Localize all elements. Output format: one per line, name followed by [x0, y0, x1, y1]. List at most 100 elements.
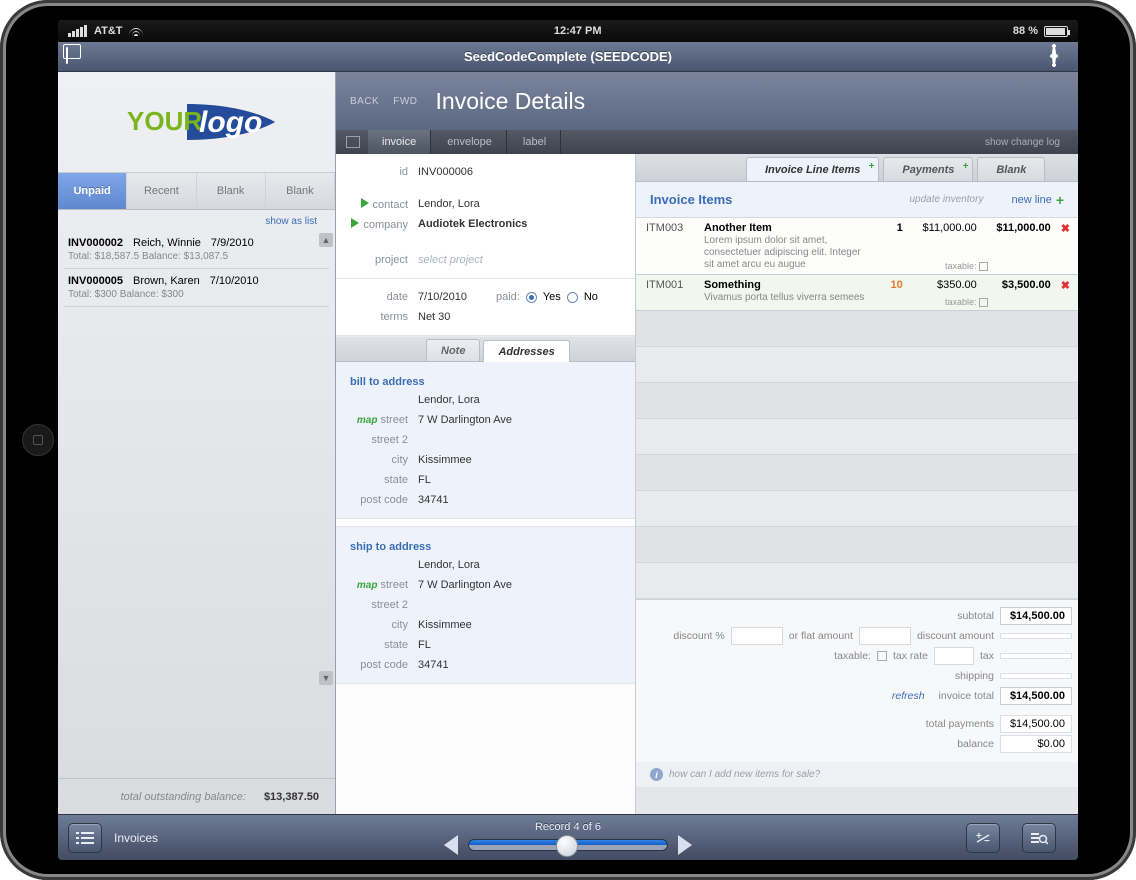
empty-line-slot[interactable] [636, 563, 1078, 599]
goto-contact-icon[interactable] [361, 198, 369, 208]
add-remove-button[interactable]: +− [966, 823, 1000, 853]
taxable-checkbox[interactable] [877, 651, 887, 661]
bill-state[interactable]: FL [416, 474, 635, 486]
hint-row[interactable]: i how can I add new items for sale? [636, 762, 1078, 787]
record-slider[interactable] [468, 839, 668, 851]
empty-line-slot[interactable] [636, 311, 1078, 347]
ship-name[interactable]: Lendor, Lora [416, 559, 635, 571]
paid-yes-radio[interactable] [526, 292, 537, 303]
line-item-row[interactable]: ITM001 SomethingVivamus porta tellus viv… [636, 275, 1078, 311]
scroll-indicator-top[interactable]: ▲ [319, 233, 333, 247]
ship-map-link[interactable]: map [357, 580, 378, 591]
tab-blank[interactable]: Blank [977, 157, 1045, 181]
sidebar-tab-recent[interactable]: Recent [127, 173, 196, 209]
label-ship-city: city [336, 619, 416, 631]
subtotal-label: subtotal [957, 610, 994, 622]
wifi-icon [129, 26, 143, 36]
discount-pct-input[interactable] [731, 627, 783, 645]
taxable-checkbox[interactable] [979, 262, 988, 271]
shipping-value[interactable] [1000, 673, 1072, 679]
empty-line-slot[interactable] [636, 347, 1078, 383]
taxable-checkbox[interactable] [979, 298, 988, 307]
prev-record-button[interactable] [444, 835, 458, 855]
show-change-log[interactable]: show change log [985, 137, 1068, 148]
list-view-button[interactable] [68, 823, 102, 853]
tab-line-items[interactable]: Invoice Line Items+ [746, 157, 879, 181]
bill-name[interactable]: Lendor, Lora [416, 394, 635, 406]
battery-icon [1044, 26, 1068, 37]
field-contact[interactable]: Lendor, Lora [416, 198, 635, 210]
update-inventory-link[interactable]: update inventory [910, 194, 984, 205]
bill-post[interactable]: 34741 [416, 494, 635, 506]
tab-payments[interactable]: Payments+ [883, 157, 973, 181]
empty-line-slot[interactable] [636, 455, 1078, 491]
plus-icon: + [963, 161, 969, 172]
paid-yes-label: Yes [543, 291, 561, 303]
sidebar-tab-blank-2[interactable]: Blank [266, 173, 335, 209]
flat-amount-input[interactable] [859, 627, 911, 645]
label-id: id [336, 166, 416, 178]
fwd-button[interactable]: FWD [393, 96, 417, 107]
subtab-label[interactable]: label [509, 130, 561, 154]
paid-no-radio[interactable] [567, 292, 578, 303]
tab-addresses[interactable]: Addresses [483, 340, 569, 362]
sidebar-tab-blank-1[interactable]: Blank [197, 173, 266, 209]
logo-text-1: YOUR [127, 106, 202, 136]
ship-street[interactable]: 7 W Darlington Ave [416, 579, 635, 591]
empty-line-slot[interactable] [636, 527, 1078, 563]
field-terms[interactable]: Net 30 [416, 311, 635, 323]
invoice-date: 7/9/2010 [211, 237, 254, 249]
field-project[interactable]: select project [416, 254, 635, 266]
app-footer: Invoices Record 4 of 6 +− [58, 814, 1078, 860]
invoice-row[interactable]: INV000002Reich, Winnie7/9/2010 Total: $1… [64, 231, 329, 269]
app-title: SeedCodeComplete (SEEDCODE) [464, 49, 672, 64]
form-column: idINV000006 contactLendor, Lora companyA… [336, 154, 636, 814]
discount-amount-value [1000, 633, 1072, 639]
goto-company-icon[interactable] [351, 218, 359, 228]
empty-line-slot[interactable] [636, 383, 1078, 419]
empty-line-slot[interactable] [636, 491, 1078, 527]
field-company[interactable]: Audiotek Electronics [416, 218, 635, 230]
invoice-row[interactable]: INV000005Brown, Karen7/10/2010 Total: $3… [64, 269, 329, 307]
bill-street[interactable]: 7 W Darlington Ave [416, 414, 635, 426]
item-qty[interactable]: 1 [877, 222, 903, 234]
clock: 12:47 PM [554, 25, 602, 37]
sidebar-tab-unpaid[interactable]: Unpaid [58, 173, 127, 209]
find-button[interactable] [1022, 823, 1056, 853]
item-qty[interactable]: 10 [877, 279, 903, 291]
bill-map-link[interactable]: map [357, 415, 378, 426]
tab-note[interactable]: Note [426, 339, 480, 361]
sidebar-tabs: Unpaid Recent Blank Blank [58, 172, 335, 210]
ship-post[interactable]: 34741 [416, 659, 635, 671]
print-icon[interactable] [346, 136, 360, 148]
line-item-row[interactable]: ITM003 Another ItemLorem ipsum dolor sit… [636, 218, 1078, 275]
item-price[interactable]: $11,000.00 [911, 222, 977, 234]
ipad-home-button[interactable] [22, 424, 54, 456]
gear-icon[interactable] [1052, 48, 1070, 66]
bill-city[interactable]: Kissimmee [416, 454, 635, 466]
sub-header: invoice envelope label show change log [336, 130, 1078, 154]
invoice-list: INV000002Reich, Winnie7/9/2010 Total: $1… [58, 231, 335, 778]
next-record-button[interactable] [678, 835, 692, 855]
refresh-link[interactable]: refresh [892, 690, 925, 702]
windows-icon[interactable] [66, 48, 84, 66]
plus-icon[interactable]: + [1056, 192, 1064, 208]
scroll-indicator-bottom[interactable]: ▼ [319, 671, 333, 685]
ship-city[interactable]: Kissimmee [416, 619, 635, 631]
show-as-list-link[interactable]: show as list [58, 210, 335, 231]
field-date[interactable]: 7/10/2010 [416, 291, 496, 303]
subtab-envelope[interactable]: envelope [433, 130, 507, 154]
logo-text-2: logo [199, 106, 262, 139]
item-price[interactable]: $350.00 [911, 279, 977, 291]
new-line-link[interactable]: new line [1011, 194, 1051, 206]
label-terms: terms [336, 311, 416, 323]
ios-status-bar: AT&T 12:47 PM 88 % [58, 20, 1078, 42]
ship-state[interactable]: FL [416, 639, 635, 651]
empty-line-slot[interactable] [636, 419, 1078, 455]
back-button[interactable]: BACK [350, 96, 379, 107]
subtab-invoice[interactable]: invoice [368, 130, 431, 154]
tax-rate-input[interactable] [934, 647, 974, 665]
delete-line-icon[interactable]: ✖ [1059, 279, 1072, 292]
delete-line-icon[interactable]: ✖ [1059, 222, 1072, 235]
field-id[interactable]: INV000006 [416, 166, 635, 178]
